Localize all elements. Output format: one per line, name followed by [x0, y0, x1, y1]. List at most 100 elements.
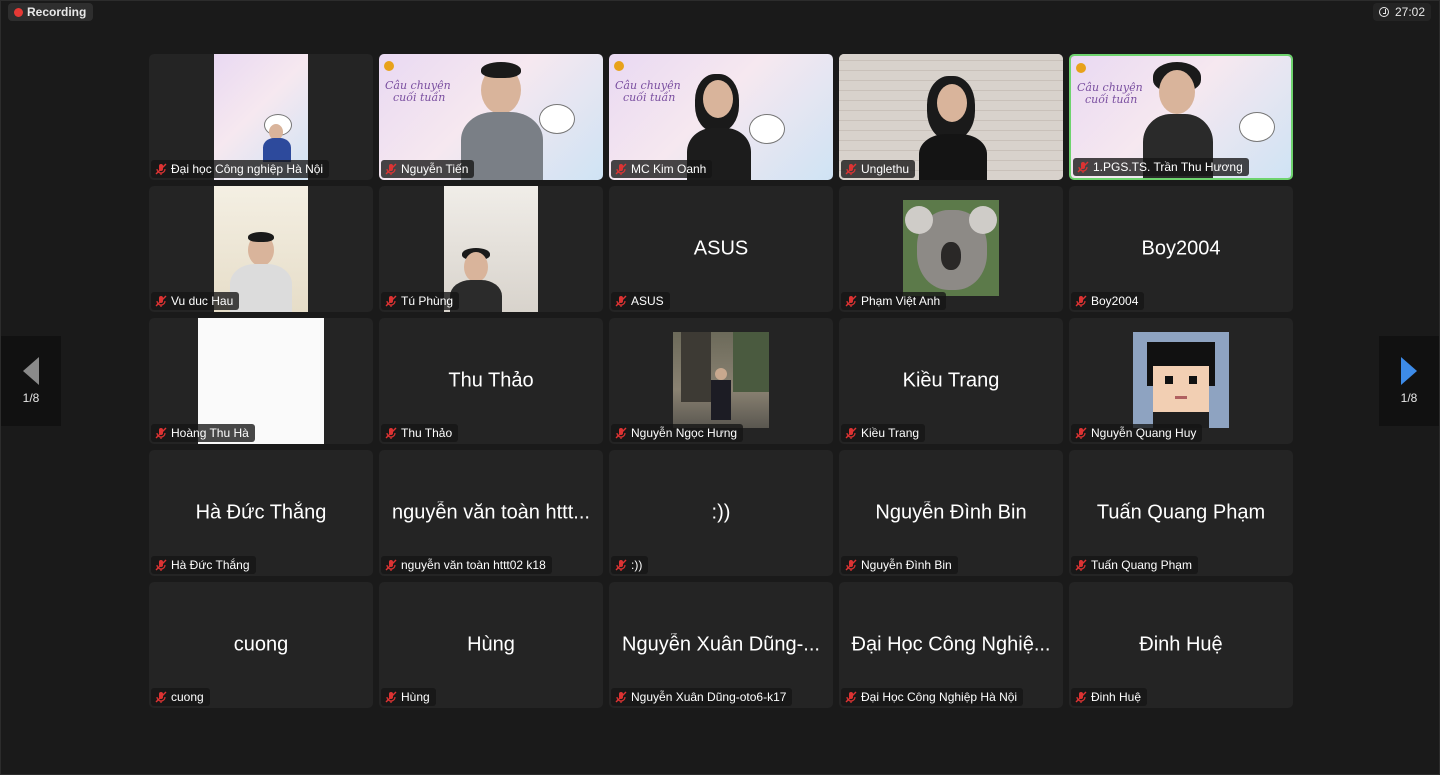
muted-mic-icon — [385, 691, 397, 703]
muted-mic-icon — [1075, 691, 1087, 703]
participant-tile[interactable]: Boy2004 Boy2004 — [1069, 186, 1293, 312]
participant-tile[interactable]: cuong cuong — [149, 582, 373, 708]
participant-name: Boy2004 — [1091, 294, 1139, 308]
muted-mic-icon — [385, 559, 397, 571]
participant-name-tag: Đại học Công nghiệp Hà Nội — [151, 160, 330, 178]
participant-name-tag: Tú Phùng — [381, 292, 460, 310]
participant-tile[interactable]: Hoàng Thu Hà — [149, 318, 373, 444]
muted-mic-icon — [1075, 559, 1087, 571]
participant-name: Nguyễn Xuân Dũng-oto6-k17 — [631, 690, 787, 704]
muted-mic-icon — [155, 559, 167, 571]
muted-mic-icon — [615, 559, 627, 571]
participant-display-name: Nguyễn Xuân Dũng-... — [622, 633, 820, 656]
participant-display-name: Đại Học Công Nghiệ... — [851, 633, 1051, 656]
participant-name: Nguyễn Đình Bin — [861, 558, 952, 572]
participant-tile-active-speaker[interactable]: Câu chuyện cuối tuần 1.PGS.TS. Trần Thu … — [1069, 54, 1293, 180]
participant-name-tag: Hà Đức Thắng — [151, 556, 256, 574]
participant-tile[interactable]: :)) :)) — [609, 450, 833, 576]
recording-indicator[interactable]: Recording — [8, 3, 94, 21]
participant-tile[interactable]: Unglethu — [839, 54, 1063, 180]
participant-tile[interactable]: Đại học Công nghiệp Hà Nội — [149, 54, 373, 180]
participant-name: Đại Học Công Nghiệp Hà Nội — [861, 690, 1018, 704]
muted-mic-icon — [155, 295, 167, 307]
clock-icon — [1378, 7, 1389, 17]
participant-name: :)) — [631, 558, 643, 572]
participant-name: Vu duc Hau — [171, 294, 234, 308]
banner-title-2: cuối tuần — [1085, 93, 1138, 106]
participant-tile[interactable]: Câu chuyện cuối tuần Nguyễn Tiến — [379, 54, 603, 180]
participant-tile[interactable]: Hà Đức Thắng Hà Đức Thắng — [149, 450, 373, 576]
participant-name: Hoàng Thu Hà — [171, 426, 249, 440]
previous-page-button[interactable]: 1/8 — [1, 336, 61, 426]
participant-tile[interactable]: Hùng Hùng — [379, 582, 603, 708]
participant-display-name: Kiều Trang — [902, 369, 1000, 392]
muted-mic-icon — [845, 427, 857, 439]
participant-tile[interactable]: Đinh Huệ Đinh Huệ — [1069, 582, 1293, 708]
muted-mic-icon — [1075, 427, 1087, 439]
muted-mic-icon — [845, 295, 857, 307]
participant-display-name: Thu Thảo — [448, 369, 534, 392]
participant-name-tag: :)) — [611, 556, 649, 574]
participant-name-tag: Boy2004 — [1071, 292, 1145, 310]
participant-name-tag: Hùng — [381, 688, 436, 706]
muted-mic-icon — [845, 559, 857, 571]
participant-name-tag: ASUS — [611, 292, 670, 310]
participant-tile[interactable]: Nguyễn Xuân Dũng-... Nguyễn Xuân Dũng-ot… — [609, 582, 833, 708]
participant-name: Nguyễn Ngọc Hưng — [631, 426, 738, 440]
timer-value: 27:02 — [1394, 5, 1425, 19]
participant-tile[interactable]: ASUS ASUS — [609, 186, 833, 312]
participant-name: Thu Thảo — [401, 426, 453, 440]
participant-display-name: nguyễn văn toàn httt... — [392, 501, 590, 524]
recording-dot-icon — [14, 7, 23, 17]
participant-tile[interactable]: Nguyễn Ngọc Hưng — [609, 318, 833, 444]
participant-tile[interactable]: Tú Phùng — [379, 186, 603, 312]
muted-mic-icon — [1075, 295, 1087, 307]
participant-name: MC Kim Oanh — [631, 162, 707, 176]
participant-name-tag: Đinh Huệ — [1071, 688, 1148, 706]
participant-name-tag: Unglethu — [841, 160, 916, 178]
participant-name-tag: Hoàng Thu Hà — [151, 424, 255, 442]
participant-tile[interactable]: Đại Học Công Nghiệ... Đại Học Công Nghiệ… — [839, 582, 1063, 708]
profile-picture — [1133, 332, 1229, 428]
muted-mic-icon — [385, 427, 397, 439]
participant-tile[interactable]: Phạm Việt Anh — [839, 186, 1063, 312]
muted-mic-icon — [155, 691, 167, 703]
participant-name: nguyễn văn toàn httt02 k18 — [401, 558, 546, 572]
participant-name-tag: Nguyễn Xuân Dũng-oto6-k17 — [611, 688, 793, 706]
muted-mic-icon — [845, 163, 857, 175]
participant-name-tag: 1.PGS.TS. Trần Thu Hương — [1073, 158, 1249, 176]
participant-tile[interactable]: Câu chuyện cuối tuần MC Kim Oanh — [609, 54, 833, 180]
participant-name: ASUS — [631, 294, 664, 308]
muted-mic-icon — [615, 427, 627, 439]
chevron-left-icon — [23, 357, 39, 385]
muted-mic-icon — [1077, 161, 1089, 173]
participant-tile[interactable]: Tuấn Quang Phạm Tuấn Quang Phạm — [1069, 450, 1293, 576]
next-page-button[interactable]: 1/8 — [1379, 336, 1439, 426]
participant-tile[interactable]: Nguyễn Quang Huy — [1069, 318, 1293, 444]
participant-name: Tú Phùng — [401, 294, 454, 308]
muted-mic-icon — [845, 691, 857, 703]
participant-gallery: Đại học Công nghiệp Hà Nội Câu chuyện cu… — [149, 54, 1294, 708]
participant-name-tag: cuong — [151, 688, 210, 706]
participant-tile[interactable]: Nguyễn Đình Bin Nguyễn Đình Bin — [839, 450, 1063, 576]
participant-tile[interactable]: Thu Thảo Thu Thảo — [379, 318, 603, 444]
participant-display-name: :)) — [711, 501, 731, 524]
participant-name: Hùng — [401, 690, 430, 704]
participant-tile[interactable]: Vu duc Hau — [149, 186, 373, 312]
participant-display-name: Hà Đức Thắng — [195, 501, 327, 524]
participant-tile[interactable]: nguyễn văn toàn httt... nguyễn văn toàn … — [379, 450, 603, 576]
meeting-timer: 27:02 — [1372, 3, 1431, 21]
muted-mic-icon — [615, 163, 627, 175]
page-indicator-right: 1/8 — [1400, 391, 1418, 405]
participant-tile[interactable]: Kiều Trang Kiều Trang — [839, 318, 1063, 444]
participant-name: Hà Đức Thắng — [171, 558, 250, 572]
banner-title-2: cuối tuần — [623, 91, 676, 104]
page-indicator-left: 1/8 — [22, 391, 40, 405]
participant-name: Kiều Trang — [861, 426, 920, 440]
participant-name-tag: Đại Học Công Nghiệp Hà Nội — [841, 688, 1024, 706]
muted-mic-icon — [385, 295, 397, 307]
participant-name: Đinh Huệ — [1091, 690, 1142, 704]
participant-name-tag: Nguyễn Tiến — [381, 160, 475, 178]
profile-picture — [903, 200, 999, 296]
recording-label: Recording — [27, 5, 87, 19]
